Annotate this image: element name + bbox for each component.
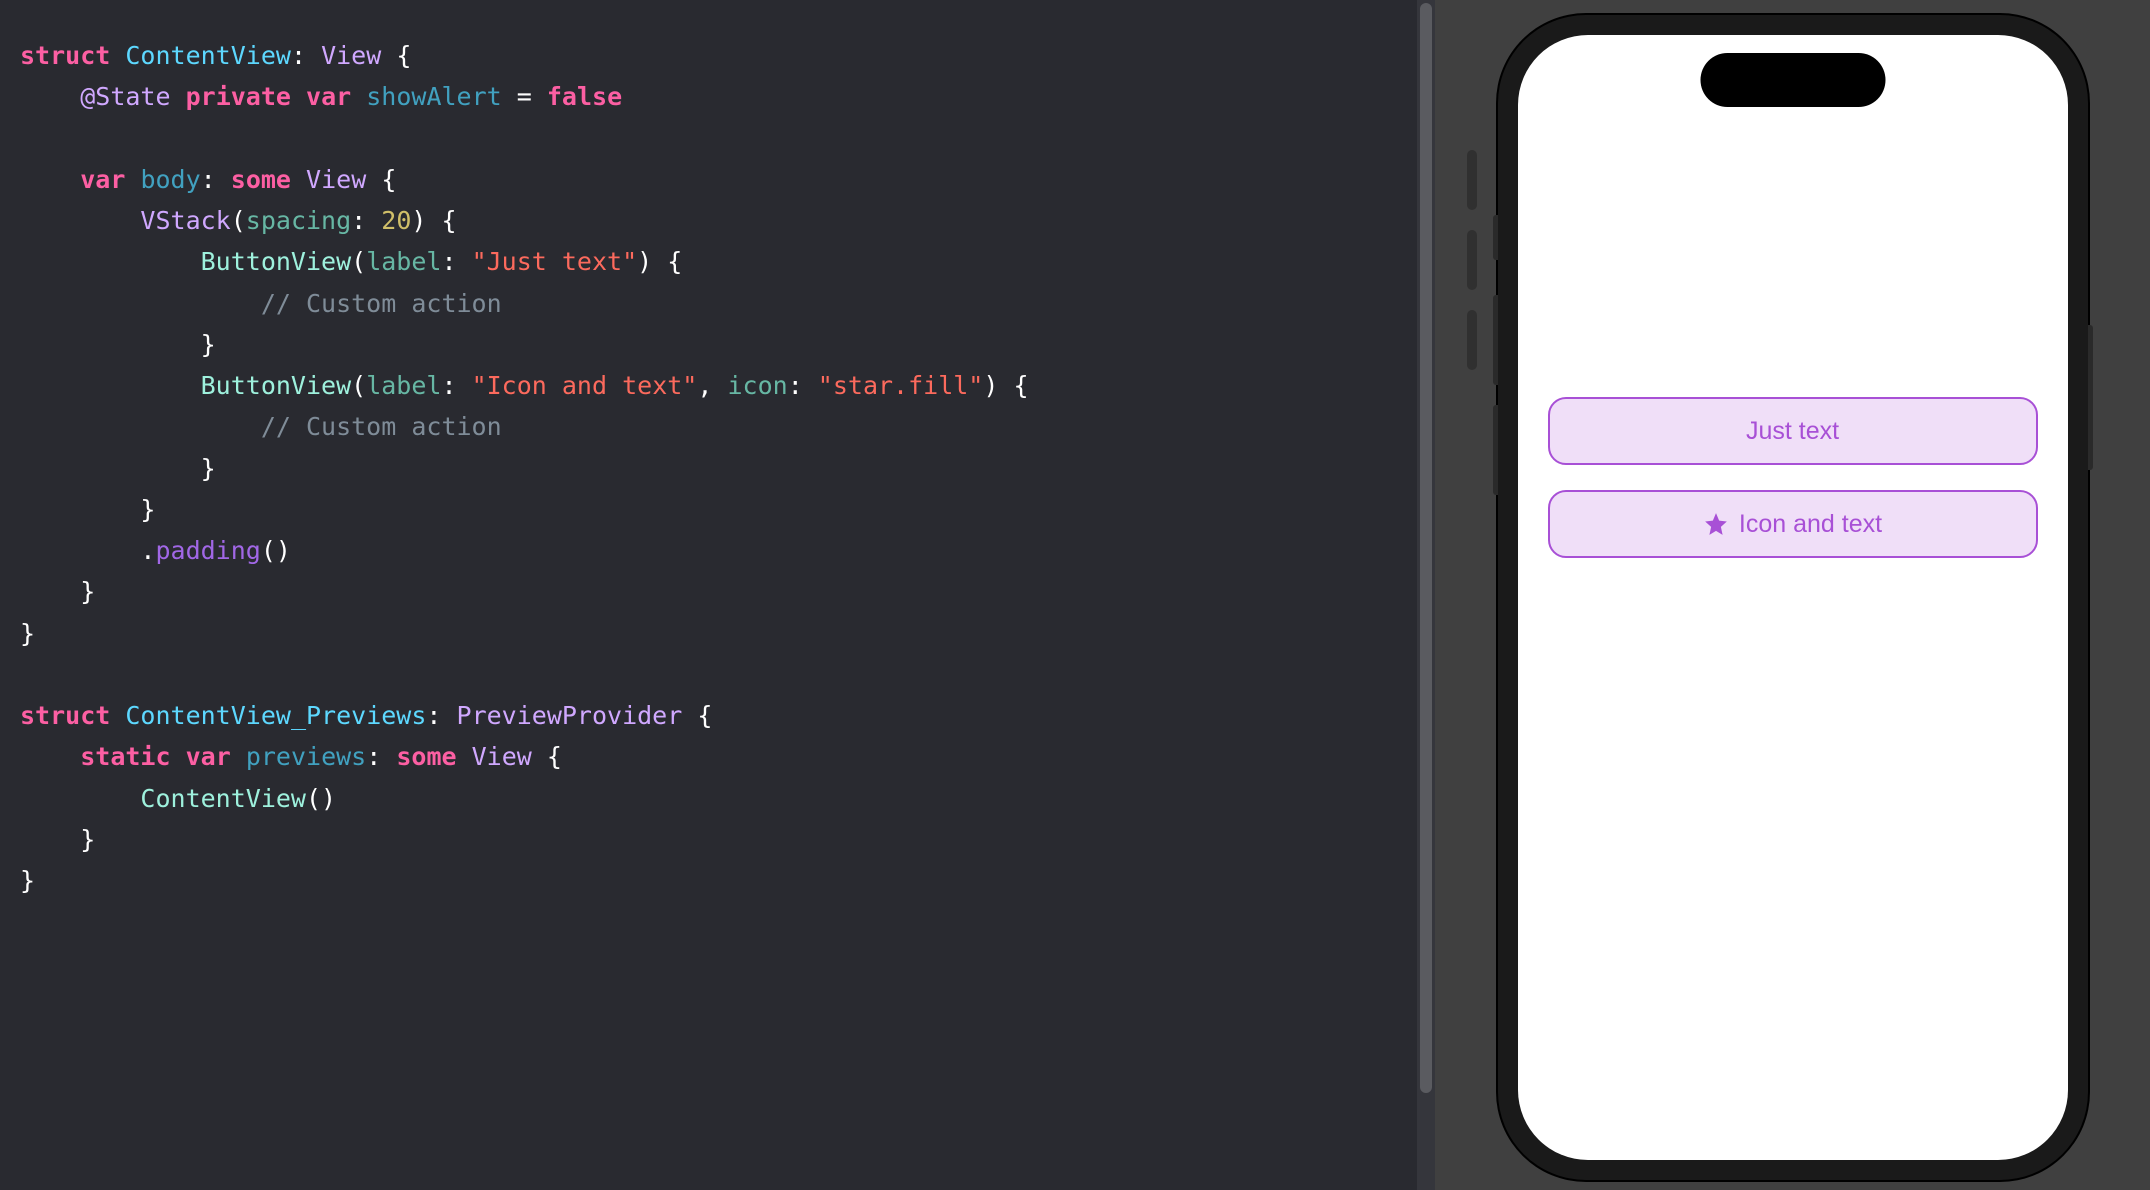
preview-marker — [1467, 150, 1477, 210]
type-contentview-previews: ContentView_Previews — [125, 701, 426, 730]
string-icon-and-text: "Icon and text" — [472, 371, 698, 400]
type-vstack: VStack — [140, 206, 230, 235]
protocol-previewprovider: PreviewProvider — [457, 701, 683, 730]
keyword-private: private — [186, 82, 291, 111]
code-line[interactable] — [20, 654, 1415, 695]
scrollbar-thumb[interactable] — [1420, 3, 1432, 1093]
param-label: label — [366, 247, 441, 276]
preview-marker — [1467, 310, 1477, 370]
keyword-struct: struct — [20, 41, 110, 70]
code-line[interactable]: // Custom action — [20, 406, 1415, 447]
editor-scrollbar[interactable] — [1417, 0, 1435, 1190]
keyword-var: var — [306, 82, 351, 111]
code-editor-pane[interactable]: struct ContentView: View { @State privat… — [0, 0, 1435, 1190]
button-label: Icon and text — [1739, 510, 1882, 539]
comment: // Custom action — [261, 289, 502, 318]
type-buttonview: ButtonView — [201, 247, 352, 276]
param-spacing: spacing — [246, 206, 351, 235]
code-line[interactable]: } — [20, 571, 1415, 612]
preview-pane: Just text Icon and text — [1435, 0, 2150, 1190]
keyword-some: some — [396, 742, 456, 771]
method-padding: padding — [155, 536, 260, 565]
code-line[interactable]: var body: some View { — [20, 159, 1415, 200]
code-line[interactable]: } — [20, 324, 1415, 365]
code-line[interactable]: static var previews: some View { — [20, 736, 1415, 777]
keyword-var: var — [186, 742, 231, 771]
vstack: Just text Icon and text — [1518, 397, 2068, 558]
code-line[interactable]: ButtonView(label: "Icon and text", icon:… — [20, 365, 1415, 406]
star-fill-icon — [1703, 511, 1729, 537]
code-line[interactable]: // Custom action — [20, 283, 1415, 324]
code-line[interactable]: .padding() — [20, 530, 1415, 571]
var-previews: previews — [246, 742, 366, 771]
just-text-button[interactable]: Just text — [1548, 397, 2038, 465]
button-label: Just text — [1746, 417, 1839, 446]
iphone-screen: Just text Icon and text — [1518, 35, 2068, 1160]
code-line[interactable]: } — [20, 489, 1415, 530]
param-icon: icon — [727, 371, 787, 400]
code-line[interactable]: @State private var showAlert = false — [20, 76, 1415, 117]
phone-power-button — [2088, 325, 2093, 470]
preview-markers — [1467, 0, 1477, 1190]
code-line[interactable]: ContentView() — [20, 778, 1415, 819]
string-just-text: "Just text" — [472, 247, 638, 276]
keyword-some: some — [231, 165, 291, 194]
property-wrapper-state: @State — [80, 82, 170, 111]
code-line[interactable]: struct ContentView: View { — [20, 35, 1415, 76]
keyword-struct: struct — [20, 701, 110, 730]
param-label: label — [366, 371, 441, 400]
dynamic-island — [1700, 53, 1885, 107]
code-line[interactable]: VStack(spacing: 20) { — [20, 200, 1415, 241]
phone-volume-down — [1493, 405, 1498, 495]
keyword-var: var — [80, 165, 125, 194]
type-contentview-call: ContentView — [140, 784, 306, 813]
comment: // Custom action — [261, 412, 502, 441]
code-line[interactable]: } — [20, 819, 1415, 860]
code-line[interactable]: } — [20, 448, 1415, 489]
iphone-frame: Just text Icon and text — [1498, 15, 2088, 1180]
phone-volume-up — [1493, 295, 1498, 385]
code-line[interactable] — [20, 118, 1415, 159]
code-line[interactable]: struct ContentView_Previews: PreviewProv… — [20, 695, 1415, 736]
prop-body: body — [140, 165, 200, 194]
string-star-fill: "star.fill" — [818, 371, 984, 400]
type-buttonview: ButtonView — [201, 371, 352, 400]
type-view: View — [472, 742, 532, 771]
code-line[interactable]: } — [20, 860, 1415, 901]
type-contentview: ContentView — [125, 41, 291, 70]
type-view: View — [306, 165, 366, 194]
var-showalert: showAlert — [366, 82, 501, 111]
number-20: 20 — [381, 206, 411, 235]
keyword-false: false — [547, 82, 622, 111]
preview-marker — [1467, 230, 1477, 290]
protocol-view: View — [321, 41, 381, 70]
code-line[interactable]: ButtonView(label: "Just text") { — [20, 241, 1415, 282]
code-line[interactable]: } — [20, 613, 1415, 654]
icon-and-text-button[interactable]: Icon and text — [1548, 490, 2038, 558]
keyword-static: static — [80, 742, 170, 771]
phone-silence-switch — [1493, 215, 1498, 260]
